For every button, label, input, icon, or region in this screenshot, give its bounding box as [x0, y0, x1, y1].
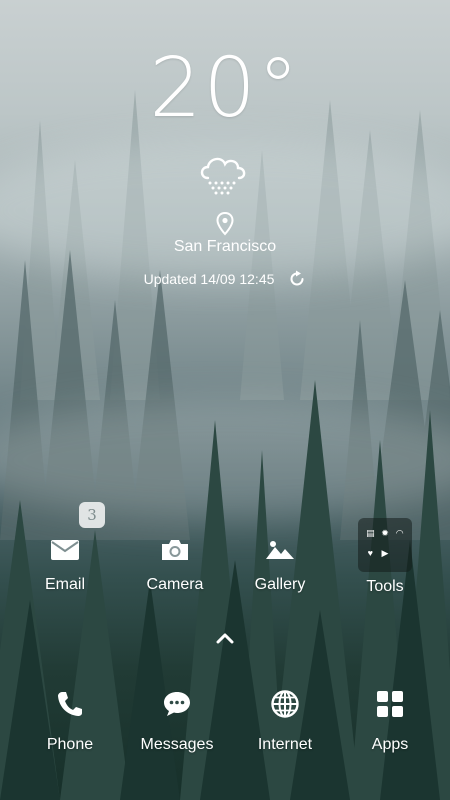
- location-pin-icon: [216, 212, 234, 236]
- notes-icon: ▤: [366, 527, 375, 538]
- heart-icon: ♥: [367, 548, 373, 558]
- app-label: Internet: [257, 736, 313, 753]
- dock-messages[interactable]: Messages: [122, 684, 232, 754]
- snow-cloud-icon[interactable]: [196, 150, 254, 198]
- dock-phone[interactable]: Phone: [15, 684, 125, 754]
- gear-icon: ✹: [381, 527, 389, 538]
- play-icon: ▶: [381, 547, 389, 558]
- city-name[interactable]: San Francisco: [0, 238, 450, 256]
- mail-icon: [45, 530, 85, 570]
- app-label: Email: [44, 576, 85, 593]
- camera-icon: [155, 530, 195, 570]
- apps-grid-icon: [370, 684, 410, 724]
- app-label: Tools: [366, 578, 404, 595]
- updated-text: Updated 14/09 12:45: [143, 271, 275, 287]
- email-unread-badge: 3: [79, 502, 105, 528]
- dock-internet[interactable]: Internet: [230, 684, 340, 754]
- folder-icon: ▤ ✹ ◠ ♥ ▶: [358, 518, 412, 572]
- chat-bubble-icon: [157, 684, 197, 724]
- image-icon: [260, 530, 300, 570]
- app-label: Apps: [371, 736, 409, 753]
- refresh-icon[interactable]: [288, 270, 306, 288]
- phone-icon: [50, 684, 90, 724]
- app-tools-folder[interactable]: ▤ ✹ ◠ ♥ ▶ Tools: [330, 518, 440, 596]
- app-gallery[interactable]: Gallery: [225, 530, 335, 594]
- chevron-up-icon[interactable]: [214, 630, 236, 646]
- app-label: Camera: [146, 576, 204, 593]
- temperature[interactable]: 20°: [0, 44, 450, 134]
- app-label: Gallery: [254, 576, 306, 593]
- app-label: Phone: [46, 736, 94, 753]
- gauge-icon: ◠: [395, 527, 404, 538]
- app-label: Messages: [140, 736, 214, 753]
- globe-icon: [265, 684, 305, 724]
- app-email[interactable]: Email: [10, 530, 120, 594]
- dock-apps[interactable]: Apps: [335, 684, 445, 754]
- app-camera[interactable]: Camera: [120, 530, 230, 594]
- updated-row: Updated 14/09 12:45: [0, 270, 450, 288]
